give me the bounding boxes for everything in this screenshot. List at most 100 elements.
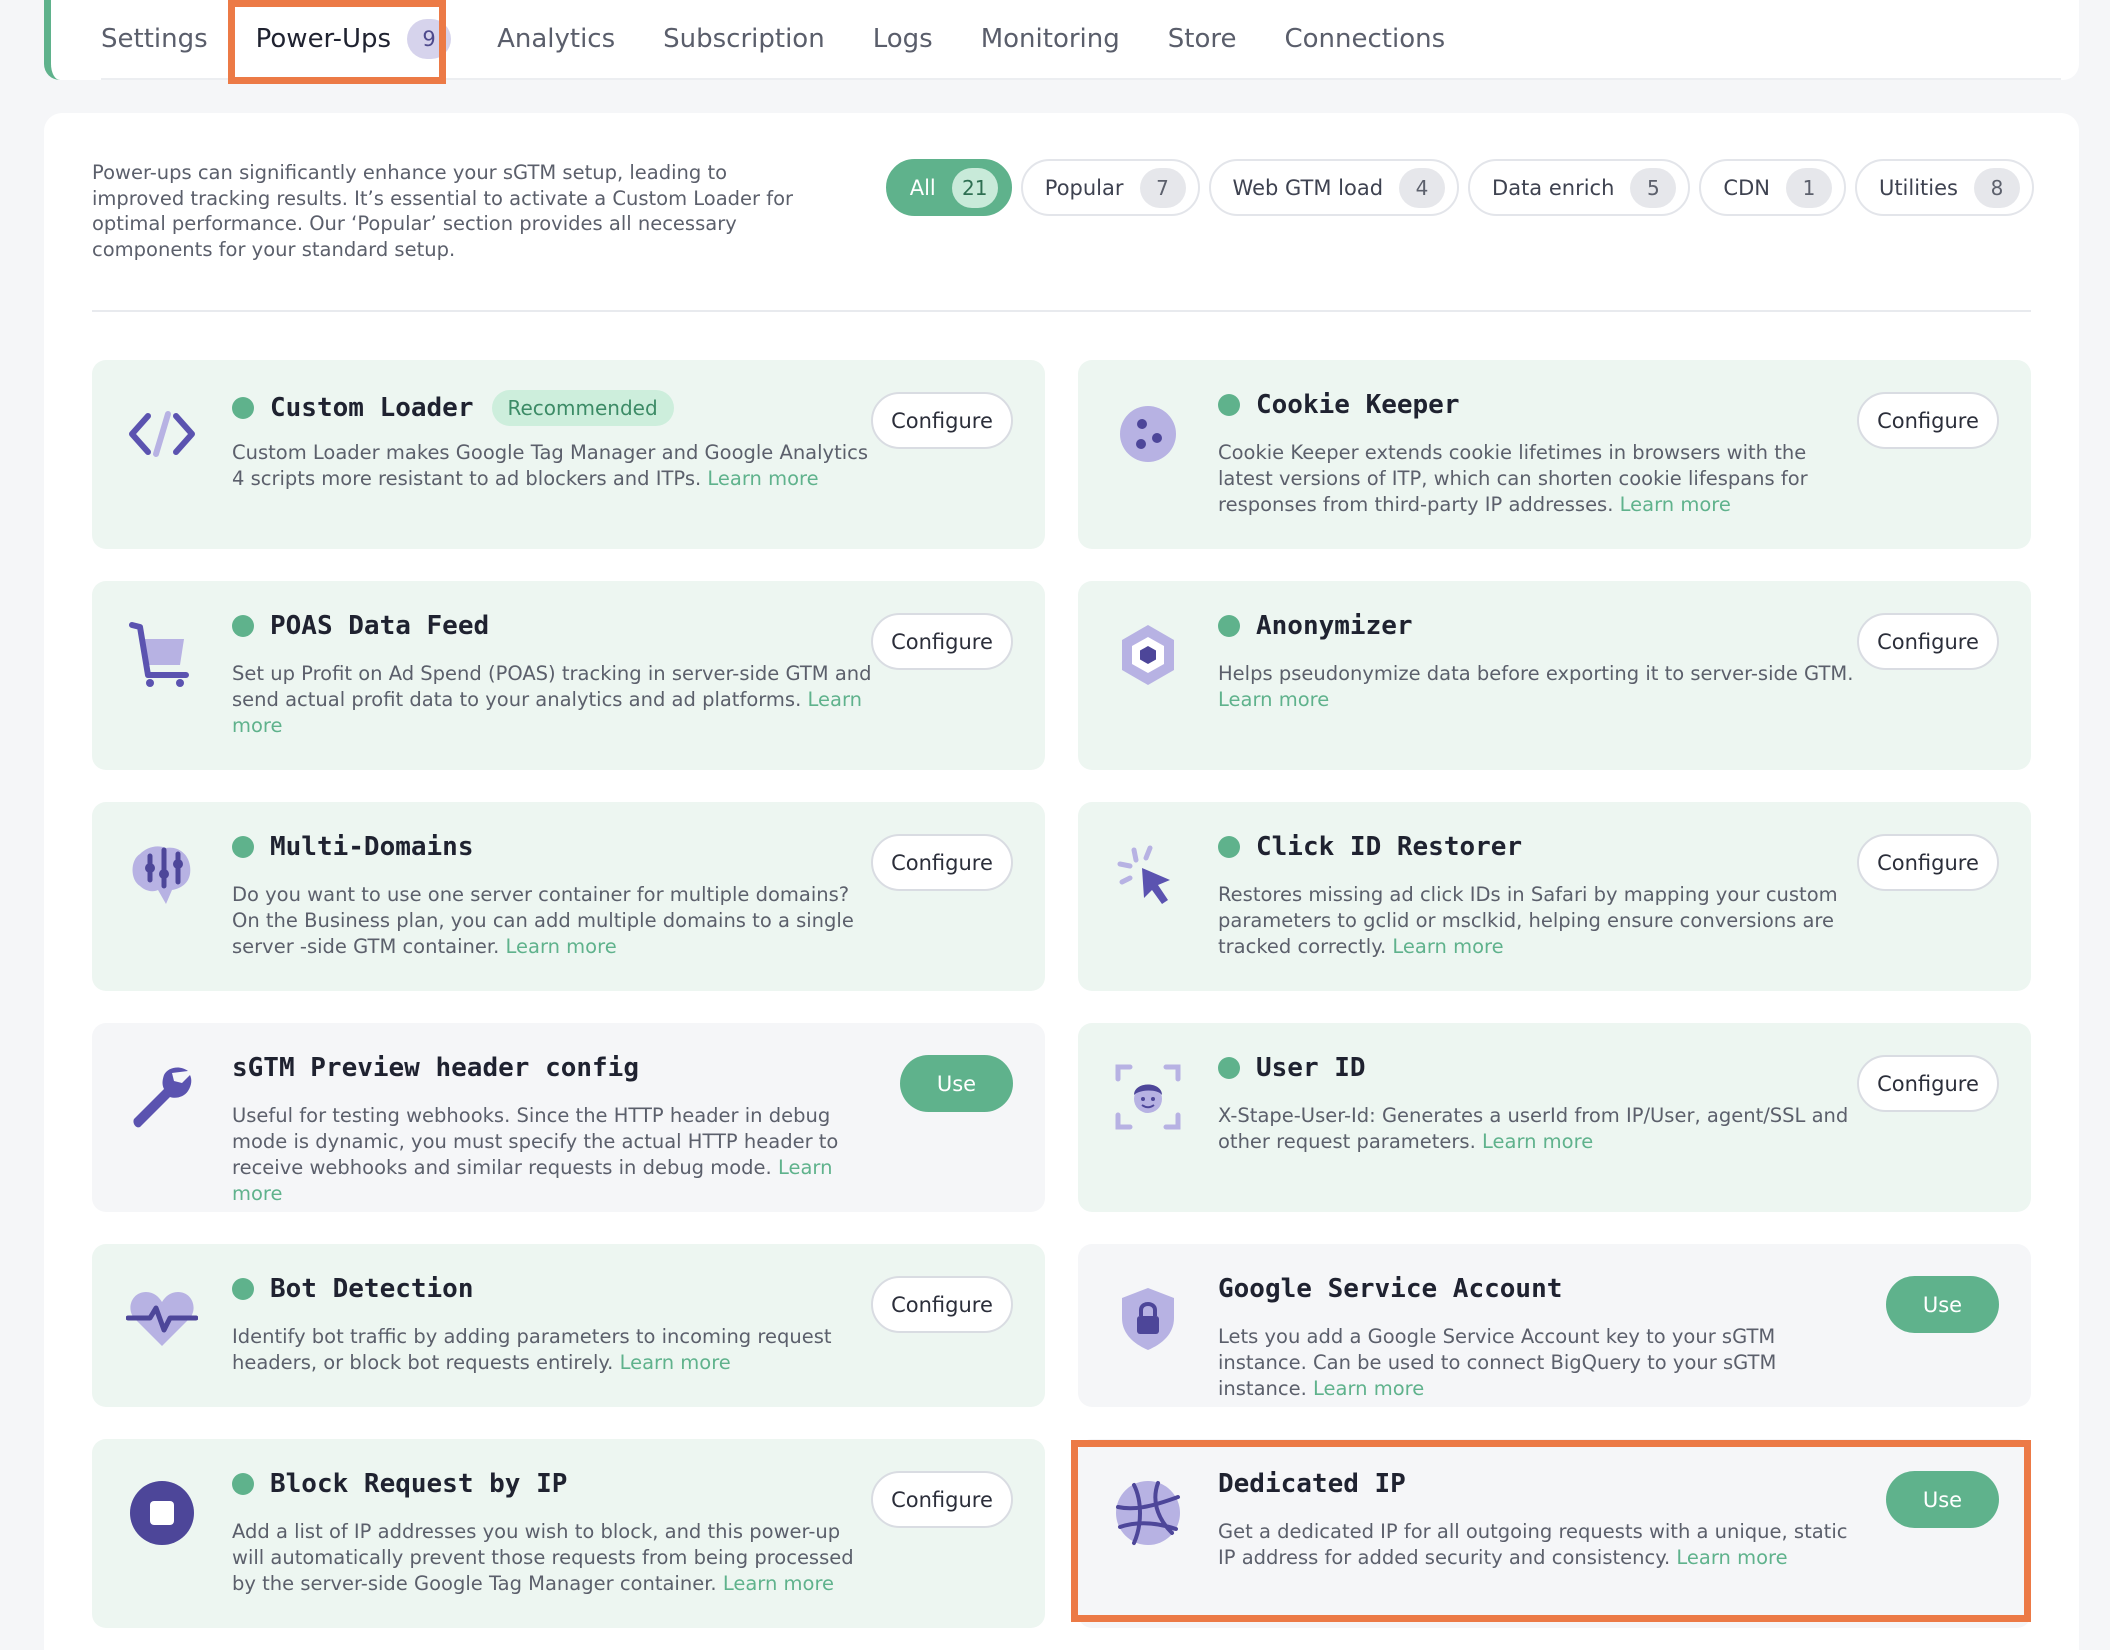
filter-count: 7 bbox=[1139, 167, 1186, 208]
use-button[interactable]: Use bbox=[900, 1055, 1013, 1112]
learn-more-link[interactable]: Learn more bbox=[1676, 1546, 1787, 1569]
learn-more-link[interactable]: Learn more bbox=[505, 935, 616, 958]
card-google-service-account: Google Service Account Lets you add a Go… bbox=[1078, 1244, 2031, 1407]
filter-label: Web GTM load bbox=[1232, 175, 1384, 200]
tab-connections[interactable]: Connections bbox=[1284, 24, 1445, 54]
learn-more-link[interactable]: Learn more bbox=[1620, 493, 1731, 516]
learn-more-link[interactable]: Learn more bbox=[620, 1351, 731, 1374]
use-button[interactable]: Use bbox=[1886, 1471, 1999, 1528]
tab-list: Settings Power-Ups 9 Analytics Subscript… bbox=[101, 0, 2061, 80]
card-click-id-restorer: Click ID Restorer Restores missing ad cl… bbox=[1078, 802, 2031, 991]
card-description-text: Lets you add a Google Service Account ke… bbox=[1218, 1325, 1777, 1400]
card-description-text: Useful for testing webhooks. Since the H… bbox=[232, 1104, 839, 1179]
card-title: Custom Loader bbox=[270, 393, 474, 423]
brain-icon bbox=[126, 840, 198, 912]
card-description-text: Set up Profit on Ad Spend (POAS) trackin… bbox=[232, 662, 872, 711]
card-title-row: Click ID Restorer bbox=[1218, 832, 1522, 862]
configure-button[interactable]: Configure bbox=[1857, 392, 1999, 449]
card-title: Multi-Domains bbox=[270, 832, 474, 862]
card-description: Cookie Keeper extends cookie lifetimes i… bbox=[1218, 440, 1858, 518]
configure-button[interactable]: Configure bbox=[871, 613, 1013, 670]
face-scan-icon bbox=[1112, 1061, 1184, 1133]
learn-more-link[interactable]: Learn more bbox=[707, 467, 818, 490]
card-cookie-keeper: Cookie Keeper Cookie Keeper extends cook… bbox=[1078, 360, 2031, 549]
card-description: Useful for testing webhooks. Since the H… bbox=[232, 1103, 872, 1207]
card-title: Click ID Restorer bbox=[1256, 832, 1523, 862]
configure-button[interactable]: Configure bbox=[871, 1276, 1013, 1333]
hexagon-icon bbox=[1112, 619, 1184, 691]
tab-power-ups-count: 9 bbox=[407, 19, 452, 59]
active-status-dot bbox=[1218, 615, 1240, 637]
configure-button[interactable]: Configure bbox=[871, 392, 1013, 449]
filter-all[interactable]: All 21 bbox=[885, 159, 1012, 216]
learn-more-link[interactable]: Learn more bbox=[1482, 1130, 1593, 1153]
tab-subscription[interactable]: Subscription bbox=[663, 24, 825, 54]
card-title-row: Multi-Domains bbox=[232, 832, 474, 862]
learn-more-link[interactable]: Learn more bbox=[1392, 935, 1503, 958]
configure-button[interactable]: Configure bbox=[1857, 613, 1999, 670]
card-description: Lets you add a Google Service Account ke… bbox=[1218, 1324, 1858, 1402]
card-description: Set up Profit on Ad Spend (POAS) trackin… bbox=[232, 661, 872, 739]
power-ups-panel: Power-ups can significantly enhance your… bbox=[44, 113, 2079, 1650]
card-title-row: Anonymizer bbox=[1218, 611, 1413, 641]
filter-label: CDN bbox=[1723, 175, 1770, 200]
filter-web-gtm-load[interactable]: Web GTM load 4 bbox=[1208, 159, 1460, 216]
tab-power-ups[interactable]: Power-Ups 9 bbox=[244, 0, 463, 79]
card-sgtm-preview-header-config: sGTM Preview header config Useful for te… bbox=[92, 1023, 1045, 1212]
card-dedicated-ip: Dedicated IP Get a dedicated IP for all … bbox=[1078, 1439, 2031, 1628]
filter-popular[interactable]: Popular 7 bbox=[1020, 159, 1200, 216]
configure-button[interactable]: Configure bbox=[1857, 1055, 1999, 1112]
code-icon bbox=[126, 398, 198, 470]
card-bot-detection: Bot Detection Identify bot traffic by ad… bbox=[92, 1244, 1045, 1407]
card-title-row: Google Service Account bbox=[1218, 1274, 1562, 1304]
filter-chips: All 21 Popular 7 Web GTM load 4 Data enr… bbox=[885, 159, 2034, 216]
card-title: Anonymizer bbox=[1256, 611, 1413, 641]
card-description: Add a list of IP addresses you wish to b… bbox=[232, 1519, 872, 1597]
filter-label: Utilities bbox=[1878, 175, 1958, 200]
active-status-dot bbox=[232, 1278, 254, 1300]
card-user-id: User ID X-Stape-User-Id: Generates a use… bbox=[1078, 1023, 2031, 1212]
card-block-request-by-ip: Block Request by IP Add a list of IP add… bbox=[92, 1439, 1045, 1628]
cursor-click-icon bbox=[1112, 840, 1184, 912]
card-title-row: Cookie Keeper bbox=[1218, 390, 1460, 420]
shield-lock-icon bbox=[1112, 1282, 1184, 1354]
card-title: Dedicated IP bbox=[1218, 1469, 1406, 1499]
card-title-row: Dedicated IP bbox=[1218, 1469, 1406, 1499]
card-title-row: Custom Loader Recommended bbox=[232, 390, 674, 426]
tab-monitoring[interactable]: Monitoring bbox=[981, 24, 1120, 54]
configure-button[interactable]: Configure bbox=[871, 1471, 1013, 1528]
filter-count: 5 bbox=[1630, 167, 1677, 208]
tab-store[interactable]: Store bbox=[1168, 24, 1237, 54]
tab-settings[interactable]: Settings bbox=[101, 24, 208, 54]
card-poas-data-feed: POAS Data Feed Set up Profit on Ad Spend… bbox=[92, 581, 1045, 770]
card-title: Bot Detection bbox=[270, 1274, 474, 1304]
active-status-dot bbox=[1218, 836, 1240, 858]
card-title: Google Service Account bbox=[1218, 1274, 1563, 1304]
card-title: Block Request by IP bbox=[270, 1469, 568, 1499]
stop-icon bbox=[126, 1477, 198, 1549]
filter-label: Data enrich bbox=[1492, 175, 1615, 200]
learn-more-link[interactable]: Learn more bbox=[1313, 1377, 1424, 1400]
card-description-text: Helps pseudonymize data before exporting… bbox=[1218, 662, 1854, 685]
learn-more-link[interactable]: Learn more bbox=[1218, 688, 1329, 711]
use-button[interactable]: Use bbox=[1886, 1276, 1999, 1333]
configure-button[interactable]: Configure bbox=[871, 834, 1013, 891]
filter-label: Popular bbox=[1044, 175, 1124, 200]
filter-count: 1 bbox=[1785, 167, 1832, 208]
filter-cdn[interactable]: CDN 1 bbox=[1699, 159, 1846, 216]
filter-utilities[interactable]: Utilities 8 bbox=[1854, 159, 2034, 216]
filter-data-enrich[interactable]: Data enrich 5 bbox=[1468, 159, 1691, 216]
tab-analytics[interactable]: Analytics bbox=[497, 24, 615, 54]
divider bbox=[92, 310, 2031, 312]
card-title-row: sGTM Preview header config bbox=[232, 1053, 639, 1083]
card-anonymizer: Anonymizer Helps pseudonymize data befor… bbox=[1078, 581, 2031, 770]
cart-icon bbox=[126, 619, 198, 691]
configure-button[interactable]: Configure bbox=[1857, 834, 1999, 891]
tab-logs[interactable]: Logs bbox=[873, 24, 933, 54]
card-description: Custom Loader makes Google Tag Manager a… bbox=[232, 440, 872, 492]
wrench-icon bbox=[126, 1061, 198, 1133]
card-description-text: Restores missing ad click IDs in Safari … bbox=[1218, 883, 1838, 958]
card-description: Identify bot traffic by adding parameter… bbox=[232, 1324, 872, 1376]
learn-more-link[interactable]: Learn more bbox=[723, 1572, 834, 1595]
card-title-row: User ID bbox=[1218, 1053, 1366, 1083]
